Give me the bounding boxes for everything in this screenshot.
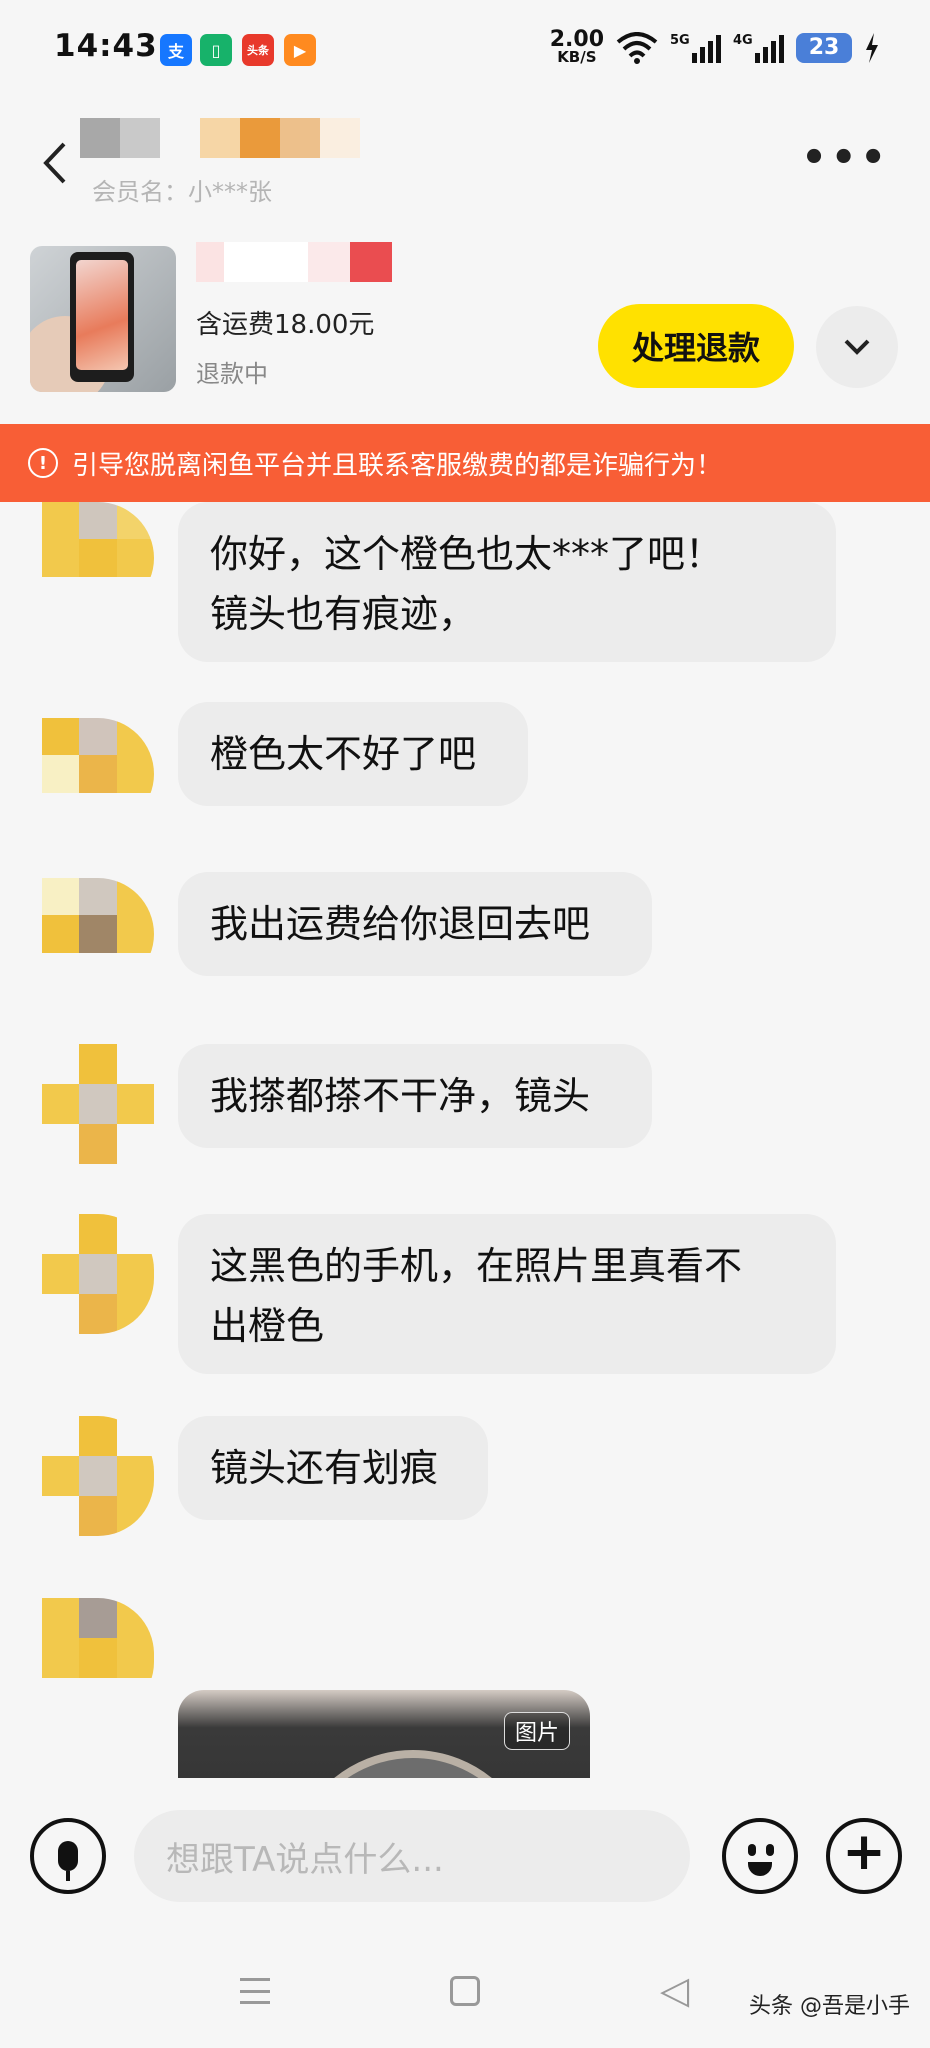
alipay-icon: 支	[160, 34, 192, 66]
warning-text: 引导您脱离闲鱼平台并且联系客服缴费的都是诈骗行为！	[72, 450, 723, 481]
avatar[interactable]	[42, 1044, 154, 1164]
chat-input-bar: 想跟TA说点什么... +	[0, 1780, 930, 1930]
fraud-warning-banner: ! 引导您脱离闲鱼平台并且联系客服缴费的都是诈骗行为！	[0, 424, 930, 502]
message-bubble[interactable]: 我出运费给你退回去吧	[178, 872, 652, 976]
message-bubble[interactable]: 这黑色的手机，在照片里真看不 出橙色	[178, 1214, 836, 1374]
net-speed: 2.00 KB/S	[549, 27, 604, 66]
menu-icon[interactable]	[240, 1978, 270, 2004]
video-app-icon: ▶	[284, 34, 316, 66]
username-blurred	[80, 118, 160, 158]
emoji-button[interactable]	[722, 1818, 798, 1894]
add-button[interactable]: +	[826, 1818, 902, 1894]
voice-button[interactable]	[30, 1818, 106, 1894]
avatar[interactable]	[42, 878, 154, 990]
chat-header: 会员名：小***张 •••	[0, 100, 930, 220]
handle-refund-button[interactable]: 处理退款	[598, 304, 794, 388]
product-price: 含运费18.00元	[196, 310, 375, 340]
charging-icon	[866, 32, 878, 63]
message-bubble[interactable]: 你好，这个橙色也太***了吧！ 镜头也有痕迹，	[178, 502, 836, 662]
message-input[interactable]: 想跟TA说点什么...	[134, 1810, 690, 1902]
home-icon[interactable]	[450, 1976, 480, 2006]
status-time: 14:43	[54, 28, 158, 64]
message-bubble[interactable]: 镜头还有划痕	[178, 1416, 488, 1520]
avatar[interactable]	[42, 718, 154, 830]
product-thumbnail[interactable]	[30, 246, 176, 392]
status-indicators: 2.00 KB/S 5G 4G 23	[549, 27, 880, 66]
signal-icon: 4G	[733, 33, 784, 63]
chevron-left-icon	[43, 142, 66, 184]
toutiao-icon: 头条	[242, 34, 274, 66]
system-nav-bar: ◁ 头条 @吾是小手	[0, 1940, 930, 2048]
wifi-icon	[616, 31, 658, 64]
product-card: 含运费18.00元 退款中 处理退款	[0, 228, 930, 418]
back-triangle-icon[interactable]: ◁	[660, 1968, 689, 2012]
avatar[interactable]	[42, 1214, 154, 1334]
avatar[interactable]	[42, 502, 154, 614]
battery-indicator: 23	[796, 32, 852, 63]
avatar[interactable]	[42, 1416, 154, 1536]
image-message[interactable]: 图片	[178, 1690, 590, 1778]
member-name: 会员名：小***张	[92, 178, 272, 206]
more-button[interactable]: •••	[801, 138, 890, 178]
microphone-icon	[58, 1841, 78, 1881]
alert-icon: !	[28, 448, 58, 478]
nickname-blurred	[200, 118, 360, 158]
expand-button[interactable]	[816, 306, 898, 388]
back-button[interactable]	[40, 140, 80, 190]
signal-icon: 5G	[670, 33, 721, 63]
watermark: 头条 @吾是小手	[749, 1994, 910, 2019]
message-bubble[interactable]: 我搽都搽不干净，镜头	[178, 1044, 652, 1148]
message-list[interactable]: 你好，这个橙色也太***了吧！ 镜头也有痕迹， 橙色太不好了吧 我出运费给你退回…	[0, 502, 930, 1778]
status-bar: 14:43 支 ▯ 头条 ▶ 2.00 KB/S 5G 4G 23	[0, 0, 930, 100]
avatar[interactable]	[42, 1598, 154, 1718]
image-tag: 图片	[503, 1712, 570, 1750]
more-dots-icon: •••	[801, 135, 890, 181]
message-bubble[interactable]: 橙色太不好了吧	[178, 702, 528, 806]
product-title-blurred	[196, 242, 392, 282]
wallet-icon: ▯	[200, 34, 232, 66]
chevron-down-icon	[844, 339, 870, 355]
order-status: 退款中	[196, 360, 268, 388]
plus-icon: +	[842, 1822, 886, 1882]
